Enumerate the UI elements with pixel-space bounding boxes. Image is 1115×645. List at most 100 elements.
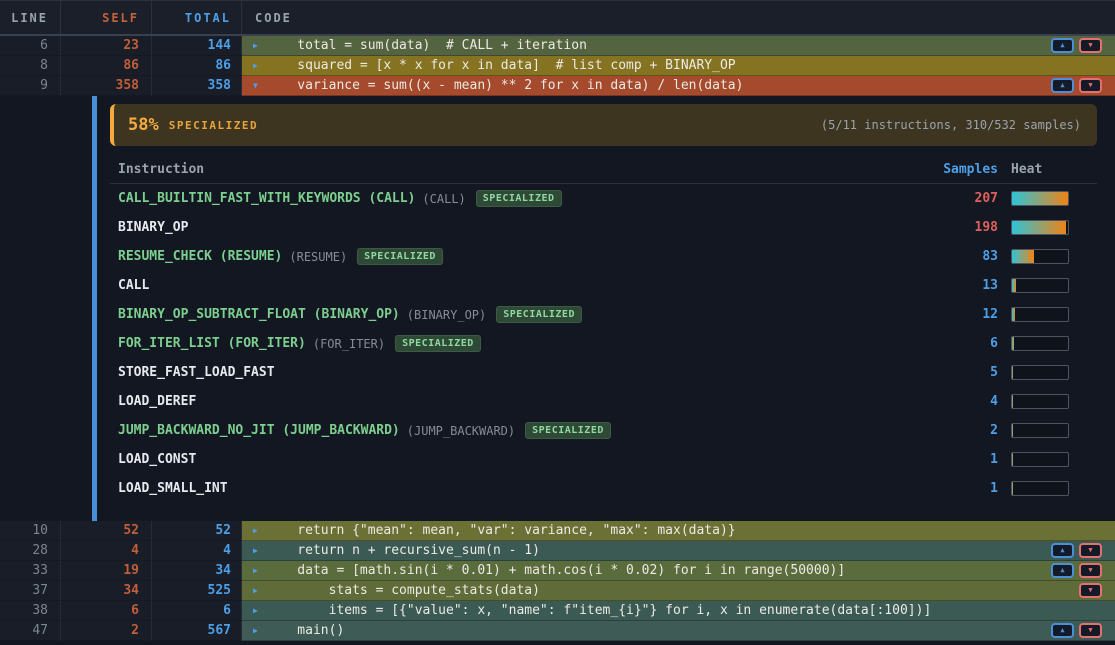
heat-cell	[1011, 191, 1069, 206]
instruction-name: FOR_ITER_LIST (FOR_ITER)	[118, 336, 306, 351]
self-samples: 6	[61, 601, 152, 621]
line-number: 47	[0, 621, 61, 641]
jump-down-button[interactable]: ▼	[1079, 38, 1102, 53]
heat-cell	[1011, 336, 1069, 351]
code-line-row[interactable]: 623144▶ total = sum(data) # CALL + itera…	[0, 36, 1115, 56]
jump-down-button[interactable]: ▼	[1079, 543, 1102, 558]
instruction-name: RESUME_CHECK (RESUME)	[118, 249, 282, 264]
instruction-name: BINARY_OP	[118, 220, 188, 235]
line-number: 28	[0, 541, 61, 561]
heat-cell	[1011, 307, 1069, 322]
samples-cell: 198	[928, 220, 998, 235]
code-cell: ▶ stats = compute_stats(data) ▼	[242, 581, 1115, 601]
heat-bar-fill	[1012, 366, 1013, 379]
source-code-text: return n + recursive_sum(n - 1)	[266, 543, 540, 558]
row-nav-buttons: ▲▼	[1046, 623, 1115, 638]
line-number: 9	[0, 76, 61, 96]
column-header-code: CODE	[242, 1, 1115, 34]
jump-up-button[interactable]: ▲	[1051, 563, 1074, 578]
instruction-row: LOAD_SMALL_INT1	[110, 474, 1097, 503]
instruction-name-cell: LOAD_CONST	[118, 452, 928, 467]
specialized-badge: SPECIALIZED	[476, 190, 562, 207]
column-header-self: SELF	[61, 1, 152, 34]
instruction-table-header: Instruction Samples Heat	[110, 156, 1097, 184]
instruction-name: JUMP_BACKWARD_NO_JIT (JUMP_BACKWARD)	[118, 423, 400, 438]
heat-cell	[1011, 452, 1069, 467]
jump-up-button[interactable]: ▲	[1051, 78, 1074, 93]
instruction-rows: CALL_BUILTIN_FAST_WITH_KEYWORDS (CALL)(C…	[110, 184, 1097, 503]
column-header-samples: Samples	[928, 162, 998, 177]
table-header: LINE SELF TOTAL CODE	[0, 0, 1115, 36]
samples-cell: 1	[928, 452, 998, 467]
code-cell: ▶ return {"mean": mean, "var": variance,…	[242, 521, 1115, 541]
code-line-row[interactable]: 88686▶ squared = [x * x for x in data] #…	[0, 56, 1115, 76]
jump-down-button[interactable]: ▼	[1079, 623, 1102, 638]
heat-cell	[1011, 249, 1069, 264]
samples-value: 4	[990, 394, 998, 409]
self-samples: 19	[61, 561, 152, 581]
heat-bar-fill	[1012, 308, 1015, 321]
expand-row-icon[interactable]: ▶	[253, 626, 263, 635]
total-samples: 52	[152, 521, 242, 541]
instruction-row: LOAD_CONST 1	[110, 445, 1097, 474]
specialization-detail-panel: 58% SPECIALIZED (5/11 instructions, 310/…	[92, 96, 1115, 521]
specialized-percent: 58%	[128, 115, 159, 135]
self-samples: 2	[61, 621, 152, 641]
row-nav-buttons: ▲▼	[1046, 38, 1115, 53]
row-nav-buttons: ▲▼	[1046, 563, 1115, 578]
jump-down-button[interactable]: ▼	[1079, 563, 1102, 578]
expand-row-icon[interactable]: ▶	[253, 546, 263, 555]
jump-up-button[interactable]: ▲	[1051, 623, 1074, 638]
source-code-text: stats = compute_stats(data)	[266, 583, 540, 598]
total-samples: 525	[152, 581, 242, 601]
line-number: 37	[0, 581, 61, 601]
instruction-row: BINARY_OP 198	[110, 213, 1097, 242]
base-opcode: (RESUME)	[289, 250, 347, 264]
heat-bar-track	[1011, 249, 1069, 264]
source-code-text: items = [{"value": x, "name": f"item_{i}…	[266, 603, 931, 618]
line-number: 33	[0, 561, 61, 581]
heat-bar-fill	[1012, 192, 1068, 205]
instruction-name: CALL	[118, 278, 149, 293]
self-samples: 52	[61, 521, 152, 541]
code-line-row[interactable]: 331934▶ data = [math.sin(i * 0.01) + mat…	[0, 561, 1115, 581]
code-line-row[interactable]: 3734525▶ stats = compute_stats(data)▼	[0, 581, 1115, 601]
code-line-row[interactable]: 105252▶ return {"mean": mean, "var": var…	[0, 521, 1115, 541]
code-line-row[interactable]: 2844▶ return n + recursive_sum(n - 1)▲▼	[0, 541, 1115, 561]
jump-up-button[interactable]: ▲	[1051, 543, 1074, 558]
heat-bar-track	[1011, 191, 1069, 206]
source-code-text: squared = [x * x for x in data] # list c…	[266, 58, 736, 73]
samples-cell: 12	[928, 307, 998, 322]
code-line-row[interactable]: 3866▶ items = [{"value": x, "name": f"it…	[0, 601, 1115, 621]
code-cell: ▶ total = sum(data) # CALL + iteration▲▼	[242, 36, 1115, 56]
jump-down-button[interactable]: ▼	[1079, 78, 1102, 93]
instruction-row: RESUME_CHECK (RESUME)(RESUME)SPECIALIZED…	[110, 242, 1097, 271]
column-header-total: TOTAL	[152, 1, 242, 34]
base-opcode: (BINARY_OP)	[407, 308, 486, 322]
jump-down-button[interactable]: ▼	[1079, 583, 1102, 598]
jump-up-button[interactable]: ▲	[1051, 38, 1074, 53]
samples-value: 12	[982, 307, 998, 322]
total-samples: 567	[152, 621, 242, 641]
column-header-instruction: Instruction	[118, 162, 928, 177]
heat-bar-track	[1011, 423, 1069, 438]
collapse-row-icon[interactable]: ▼	[253, 81, 263, 90]
expand-row-icon[interactable]: ▶	[253, 41, 263, 50]
expand-row-icon[interactable]: ▶	[253, 61, 263, 70]
expand-row-icon[interactable]: ▶	[253, 606, 263, 615]
specialized-summary: (5/11 instructions, 310/532 samples)	[821, 118, 1081, 132]
instruction-name: LOAD_CONST	[118, 452, 196, 467]
heat-cell	[1011, 481, 1069, 496]
code-line-row[interactable]: 9358358▼ variance = sum((x - mean) ** 2 …	[0, 76, 1115, 96]
line-number: 8	[0, 56, 61, 76]
line-number: 6	[0, 36, 61, 56]
expand-row-icon[interactable]: ▶	[253, 566, 263, 575]
expand-row-icon[interactable]: ▶	[253, 526, 263, 535]
source-code-text: total = sum(data) # CALL + iteration	[266, 38, 587, 53]
code-line-row[interactable]: 472567▶ main()▲▼	[0, 621, 1115, 641]
samples-cell: 6	[928, 336, 998, 351]
samples-value: 198	[975, 220, 998, 235]
code-cell: ▶ items = [{"value": x, "name": f"item_{…	[242, 601, 1115, 621]
samples-value: 1	[990, 452, 998, 467]
expand-row-icon[interactable]: ▶	[253, 586, 263, 595]
